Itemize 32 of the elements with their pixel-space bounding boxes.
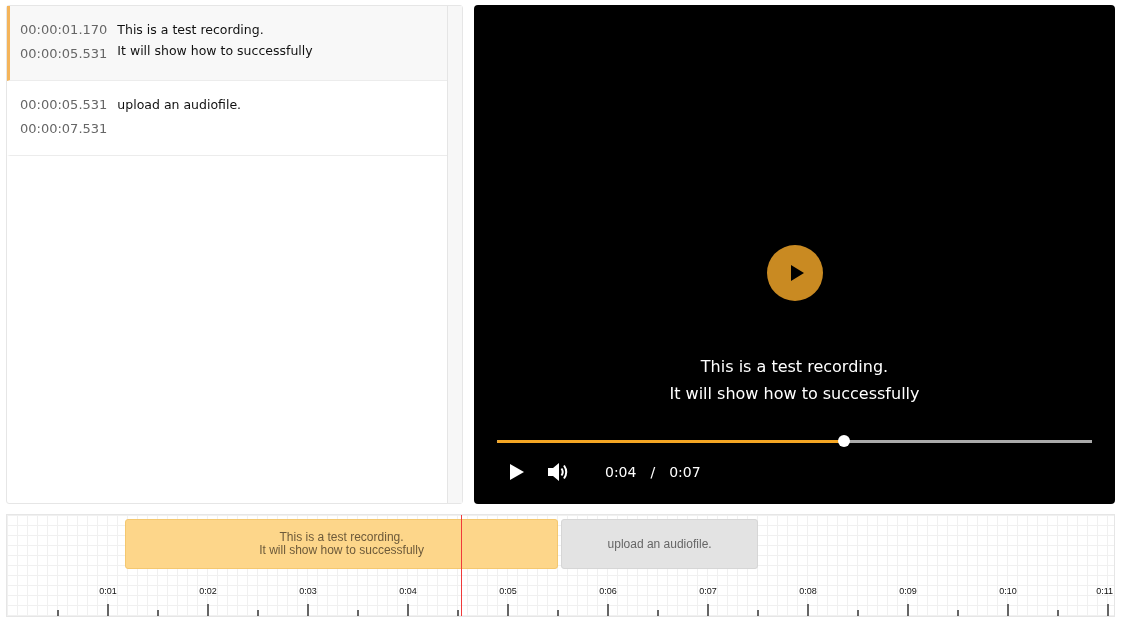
tick-label: 0:04 xyxy=(398,586,418,596)
cue-text[interactable]: This is a test recording. xyxy=(117,21,313,39)
start-time[interactable]: 00:00:05.531 xyxy=(20,96,108,114)
cue-row[interactable]: 00:00:01.170 00:00:05.531 This is a test recording. It will show how to successfully xyxy=(7,6,447,81)
end-time[interactable]: 00:00:05.531 xyxy=(20,45,108,63)
caption-text: It will show how to successfully xyxy=(669,383,920,405)
tick-label: 0:02 xyxy=(198,586,218,596)
tick-label: 0:07 xyxy=(698,586,718,596)
tick-label: 0:08 xyxy=(798,586,818,596)
speaker-icon[interactable] xyxy=(547,462,569,482)
tick-label: 0:09 xyxy=(898,586,918,596)
playhead-line[interactable] xyxy=(460,515,462,616)
caption-text: This is a test recording. xyxy=(700,356,889,378)
cue-text[interactable]: upload an audiofile. xyxy=(117,96,242,114)
end-time[interactable]: 00:00:07.531 xyxy=(20,120,108,138)
tick-label: 0:11 xyxy=(1095,586,1113,596)
progress-handle[interactable] xyxy=(837,435,850,447)
timeline-cue-block[interactable]: upload an audiofile. xyxy=(561,519,759,569)
current-time: 0:04 xyxy=(605,464,637,480)
tick-label: 0:03 xyxy=(298,586,318,596)
tick-label: 0:10 xyxy=(998,586,1018,596)
tick-label: 0:06 xyxy=(598,586,618,596)
scrollbar-track[interactable] xyxy=(447,6,462,503)
timeline-cue-block[interactable]: This is a test recording. It will show how to successfully xyxy=(125,519,559,569)
time-separator: / xyxy=(650,464,656,480)
cue-text[interactable]: It will show how to successfully xyxy=(117,42,313,60)
duration-time: 0:07 xyxy=(669,464,701,480)
tick-label: 0:01 xyxy=(98,586,118,596)
play-icon xyxy=(788,264,805,282)
tick-label: 0:05 xyxy=(498,586,518,596)
play-icon[interactable] xyxy=(509,463,525,481)
start-time[interactable]: 00:00:01.170 xyxy=(20,21,108,39)
